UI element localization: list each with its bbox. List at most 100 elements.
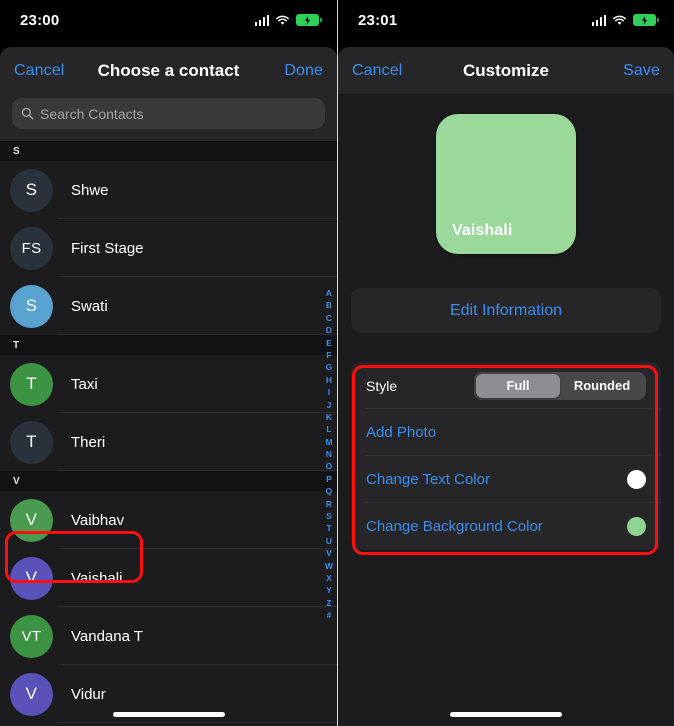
cancel-button[interactable]: Cancel	[14, 62, 64, 80]
alpha-index-letter[interactable]: U	[326, 535, 332, 547]
avatar: FS	[10, 226, 53, 270]
contact-row[interactable]: FS First Stage	[0, 219, 337, 277]
alpha-index-letter[interactable]: S	[326, 510, 332, 522]
customize-body: Vaishali Edit Information Style Full Roun…	[338, 94, 674, 726]
search-area: Search Contacts	[0, 94, 337, 141]
alpha-index-letter[interactable]: M	[325, 436, 332, 448]
style-row: Style Full Rounded	[351, 362, 661, 409]
add-photo-row[interactable]: Add Photo	[351, 409, 661, 456]
alpha-index-letter[interactable]: W	[325, 560, 333, 572]
battery-charging-icon	[296, 14, 322, 26]
cancel-button[interactable]: Cancel	[352, 62, 402, 80]
alpha-index-letter[interactable]: F	[326, 349, 331, 361]
search-input[interactable]: Search Contacts	[12, 98, 325, 129]
alpha-index-letter[interactable]: C	[326, 312, 332, 324]
contact-row[interactable]: V Vaibhav	[0, 491, 337, 549]
alpha-index-letter[interactable]: I	[328, 386, 330, 398]
change-text-color-label: Change Text Color	[366, 471, 490, 488]
alpha-index-letter[interactable]: J	[327, 399, 332, 411]
background-color-swatch[interactable]	[627, 517, 646, 536]
navbar-right: Cancel Customize Save	[338, 47, 674, 94]
alpha-index-letter[interactable]: Z	[326, 597, 331, 609]
change-background-color-row[interactable]: Change Background Color	[351, 503, 661, 550]
home-indicator-left	[112, 712, 225, 717]
edit-information-button[interactable]: Edit Information	[351, 288, 661, 333]
status-time: 23:00	[20, 11, 60, 29]
left-phone-screen: 23:00 Cancel Choose a contact Done Searc…	[0, 0, 337, 726]
contact-poster-preview[interactable]: Vaishali	[436, 114, 576, 254]
contact-row[interactable]: S Shwe	[0, 161, 337, 219]
status-bar-left: 23:00	[0, 0, 337, 40]
alpha-index-letter[interactable]: L	[326, 423, 331, 435]
alpha-index-letter[interactable]: K	[326, 411, 332, 423]
alpha-index-letter[interactable]: X	[326, 572, 332, 584]
style-segment-full[interactable]: Full	[476, 373, 560, 398]
status-icons	[254, 14, 322, 26]
alpha-index-letter[interactable]: Y	[326, 584, 332, 596]
alpha-index-letter[interactable]: G	[326, 361, 333, 373]
contact-row[interactable]: S Swati	[0, 277, 337, 335]
status-bar-right: 23:01	[338, 0, 674, 40]
search-icon	[21, 107, 34, 120]
contact-name: Vidur	[71, 685, 106, 703]
contact-row[interactable]: T Taxi	[0, 355, 337, 413]
contact-list[interactable]: S S Shwe FS First Stage S Swati T T Taxi T Theri V V V…	[0, 141, 337, 726]
avatar: V	[10, 498, 53, 542]
style-label: Style	[366, 377, 398, 394]
text-color-swatch[interactable]	[627, 470, 646, 489]
avatar: V	[10, 556, 53, 600]
alphabet-index[interactable]: A B C D E F G H I J K L M N O P Q R S T U V W X Y Z #	[325, 287, 333, 622]
alpha-index-letter[interactable]: #	[327, 609, 332, 621]
wifi-icon	[613, 15, 626, 25]
choose-contact-sheet: Cancel Choose a contact Done Search Cont…	[0, 47, 337, 726]
contact-name: Vaibhav	[71, 511, 125, 529]
customize-options-group: Style Full Rounded Add Photo Change Text …	[351, 362, 661, 550]
contact-row[interactable]: V Vaishali	[0, 549, 337, 607]
alpha-index-letter[interactable]: Q	[326, 485, 333, 497]
customize-sheet: Cancel Customize Save Vaishali Edit Info…	[338, 47, 674, 726]
alpha-index-letter[interactable]: R	[326, 498, 332, 510]
alpha-index-letter[interactable]: H	[326, 374, 332, 386]
navbar-left: Cancel Choose a contact Done	[0, 47, 337, 94]
style-segment-rounded[interactable]: Rounded	[560, 374, 644, 398]
cellular-signal-icon	[254, 14, 269, 26]
home-indicator-right	[450, 712, 562, 717]
avatar: T	[10, 362, 53, 406]
contact-name: Vandana T	[71, 627, 144, 645]
status-time: 23:01	[358, 11, 398, 29]
avatar: V	[10, 672, 53, 716]
contact-name: Shwe	[71, 181, 109, 199]
poster-contact-name: Vaishali	[452, 222, 513, 239]
contact-name: Taxi	[71, 375, 98, 393]
screenshot-stage: 23:00 Cancel Choose a contact Done Searc…	[0, 0, 674, 726]
save-button[interactable]: Save	[623, 62, 660, 80]
add-photo-label: Add Photo	[366, 424, 437, 441]
contact-name: Theri	[71, 433, 106, 451]
alpha-index-letter[interactable]: B	[326, 299, 332, 311]
done-button[interactable]: Done	[284, 62, 323, 80]
change-background-color-label: Change Background Color	[366, 518, 543, 535]
alpha-index-letter[interactable]: D	[326, 324, 332, 336]
search-placeholder: Search Contacts	[40, 105, 144, 122]
wifi-icon	[276, 15, 289, 25]
change-text-color-row[interactable]: Change Text Color	[351, 456, 661, 503]
alpha-index-letter[interactable]: T	[326, 522, 331, 534]
cellular-signal-icon	[591, 14, 606, 26]
style-segmented-control[interactable]: Full Rounded	[474, 371, 646, 400]
alpha-index-letter[interactable]: E	[326, 337, 332, 349]
battery-charging-icon	[633, 14, 659, 26]
section-header: V	[0, 471, 337, 491]
contact-name: Swati	[71, 297, 108, 315]
alpha-index-letter[interactable]: A	[326, 287, 332, 299]
alpha-index-letter[interactable]: N	[326, 448, 332, 460]
alpha-index-letter[interactable]: P	[326, 473, 332, 485]
contact-row[interactable]: VT Vandana T	[0, 607, 337, 665]
alpha-index-letter[interactable]: O	[326, 460, 333, 472]
avatar: S	[10, 284, 53, 328]
contact-name: First Stage	[71, 239, 144, 257]
contact-row[interactable]: T Theri	[0, 413, 337, 471]
alpha-index-letter[interactable]: V	[326, 547, 332, 559]
section-header: T	[0, 335, 337, 355]
section-header: S	[0, 141, 337, 161]
avatar: VT	[10, 614, 53, 658]
